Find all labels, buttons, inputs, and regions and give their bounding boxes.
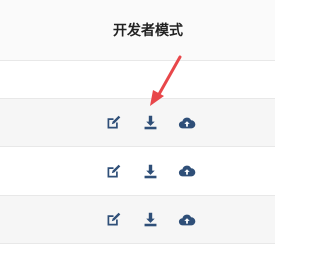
table-row <box>0 61 275 99</box>
column-header-developer-mode: 开发者模式 <box>113 22 183 38</box>
download-icon[interactable] <box>140 113 160 133</box>
cloud-upload-icon[interactable] <box>177 210 197 230</box>
edit-icon[interactable] <box>103 210 123 230</box>
edit-icon[interactable] <box>103 113 123 133</box>
cloud-upload-icon[interactable] <box>177 113 197 133</box>
cloud-upload-icon[interactable] <box>177 161 197 181</box>
edit-icon[interactable] <box>103 161 123 181</box>
table-header: 开发者模式 <box>0 0 275 61</box>
download-icon[interactable] <box>140 210 160 230</box>
row-actions <box>103 113 197 133</box>
table-row <box>0 147 275 196</box>
row-actions <box>103 210 197 230</box>
table-row <box>0 99 275 147</box>
row-actions <box>103 161 197 181</box>
download-icon[interactable] <box>140 161 160 181</box>
table-row <box>0 196 275 244</box>
